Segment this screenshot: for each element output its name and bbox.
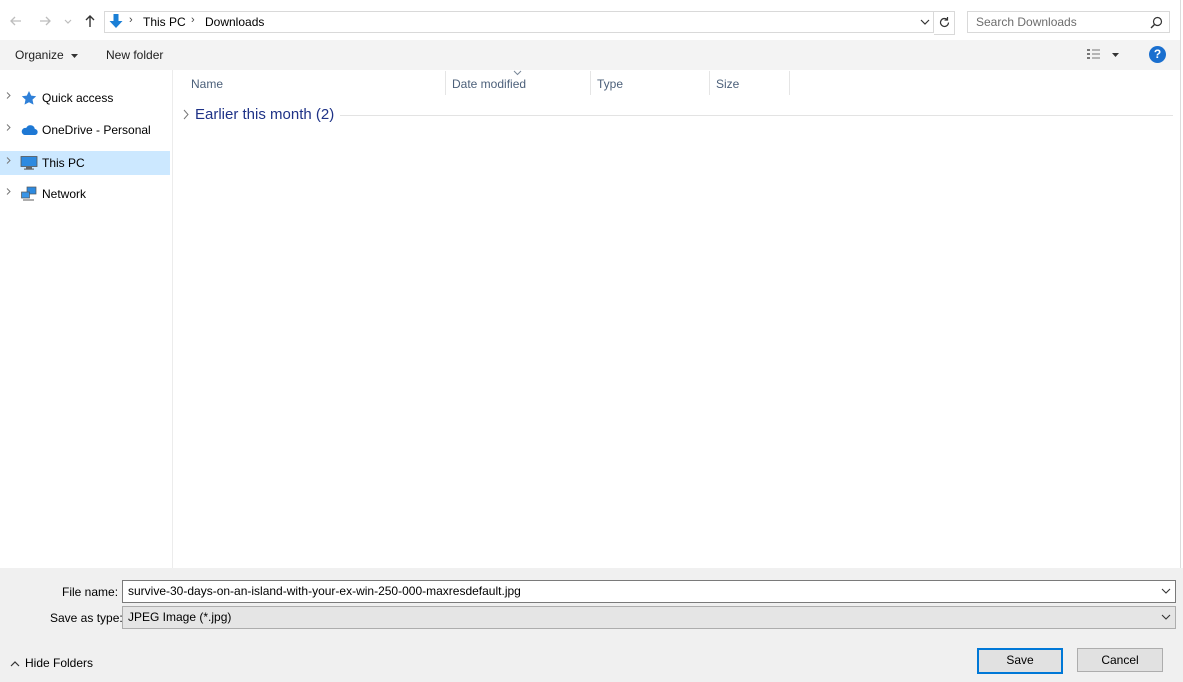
hide-folders-label: Hide Folders xyxy=(25,656,94,670)
column-resize-handle[interactable] xyxy=(709,71,710,95)
organize-button[interactable]: Organize xyxy=(15,48,79,62)
file-name-value: survive-30-days-on-an-island-with-your-e… xyxy=(128,584,521,598)
organize-label: Organize xyxy=(15,48,64,62)
change-view-button[interactable] xyxy=(1086,47,1122,63)
column-resize-handle[interactable] xyxy=(445,71,446,95)
caret-down-icon xyxy=(1112,53,1119,57)
breadcrumb-downloads[interactable]: Downloads xyxy=(205,15,264,29)
sidebar-item-this-pc[interactable]: This PC xyxy=(0,151,170,175)
column-header-type[interactable]: Type xyxy=(597,77,623,91)
address-bar[interactable]: › This PC › Downloads xyxy=(104,11,934,33)
save-as-type-select[interactable]: JPEG Image (*.jpg) xyxy=(122,606,1176,629)
expand-chevron-icon[interactable] xyxy=(5,92,12,99)
cloud-icon xyxy=(21,125,38,136)
refresh-button[interactable] xyxy=(934,11,955,35)
new-folder-button[interactable]: New folder xyxy=(106,48,163,62)
chevron-down-icon xyxy=(64,19,72,24)
cancel-button[interactable]: Cancel xyxy=(1077,648,1163,672)
search-placeholder: Search Downloads xyxy=(976,15,1077,29)
expand-chevron-icon xyxy=(183,109,189,120)
sidebar-item-label: Quick access xyxy=(42,91,114,105)
breadcrumb-separator: › xyxy=(191,14,195,26)
navigation-pane: Quick access OneDrive - Personal This PC… xyxy=(0,70,172,568)
save-button[interactable]: Save xyxy=(977,648,1063,674)
column-resize-handle[interactable] xyxy=(789,71,790,95)
breadcrumb-this-pc[interactable]: This PC xyxy=(143,15,186,29)
back-button[interactable] xyxy=(7,12,25,30)
breadcrumb-separator: › xyxy=(129,14,133,26)
sidebar-item-quick-access[interactable]: Quick access xyxy=(0,86,170,110)
group-divider xyxy=(340,115,1173,116)
search-input[interactable]: Search Downloads xyxy=(967,11,1170,33)
file-name-label: File name: xyxy=(62,585,119,599)
chevron-down-icon[interactable] xyxy=(1161,586,1171,596)
downloads-icon xyxy=(109,14,123,28)
recent-locations-button[interactable] xyxy=(61,12,75,30)
up-button[interactable] xyxy=(81,12,99,30)
computer-icon xyxy=(20,156,38,170)
file-group-title[interactable]: Earlier this month (2) xyxy=(195,106,334,123)
star-icon xyxy=(21,91,37,105)
save-as-type-label: Save as type: xyxy=(50,611,123,625)
chevron-up-icon xyxy=(10,660,20,667)
save-as-type-value: JPEG Image (*.jpg) xyxy=(128,610,232,624)
sidebar-item-label: Network xyxy=(42,187,87,201)
column-header-size[interactable]: Size xyxy=(716,77,739,91)
sidebar-item-label: OneDrive - Personal xyxy=(42,123,151,137)
sidebar-item-label: This PC xyxy=(42,156,85,170)
details-view-icon xyxy=(1087,49,1100,59)
network-icon xyxy=(21,186,37,201)
arrow-right-icon xyxy=(40,16,51,26)
address-history-dropdown-icon[interactable] xyxy=(919,16,931,28)
search-icon xyxy=(1150,16,1163,29)
arrow-left-icon xyxy=(10,16,21,26)
forward-button[interactable] xyxy=(36,12,54,30)
column-header-date-modified[interactable]: Date modified xyxy=(452,77,526,91)
expand-chevron-icon[interactable] xyxy=(5,124,12,131)
arrow-up-icon xyxy=(85,15,95,27)
expand-chevron-icon[interactable] xyxy=(5,188,12,195)
file-name-input[interactable]: survive-30-days-on-an-island-with-your-e… xyxy=(122,580,1176,603)
chevron-down-icon xyxy=(1161,614,1171,620)
sort-indicator-icon xyxy=(513,70,522,76)
caret-down-icon xyxy=(71,54,79,59)
refresh-icon xyxy=(939,17,950,28)
help-button[interactable]: ? xyxy=(1149,46,1166,63)
sidebar-item-onedrive[interactable]: OneDrive - Personal xyxy=(0,118,170,142)
expand-chevron-icon[interactable] xyxy=(5,157,12,164)
sidebar-item-network[interactable]: Network xyxy=(0,182,170,206)
column-header-name[interactable]: Name xyxy=(191,77,223,91)
command-toolbar: Organize New folder ? xyxy=(0,40,1183,70)
pane-divider[interactable] xyxy=(172,70,173,568)
hide-folders-button[interactable]: Hide Folders xyxy=(10,656,93,670)
column-resize-handle[interactable] xyxy=(590,71,591,95)
